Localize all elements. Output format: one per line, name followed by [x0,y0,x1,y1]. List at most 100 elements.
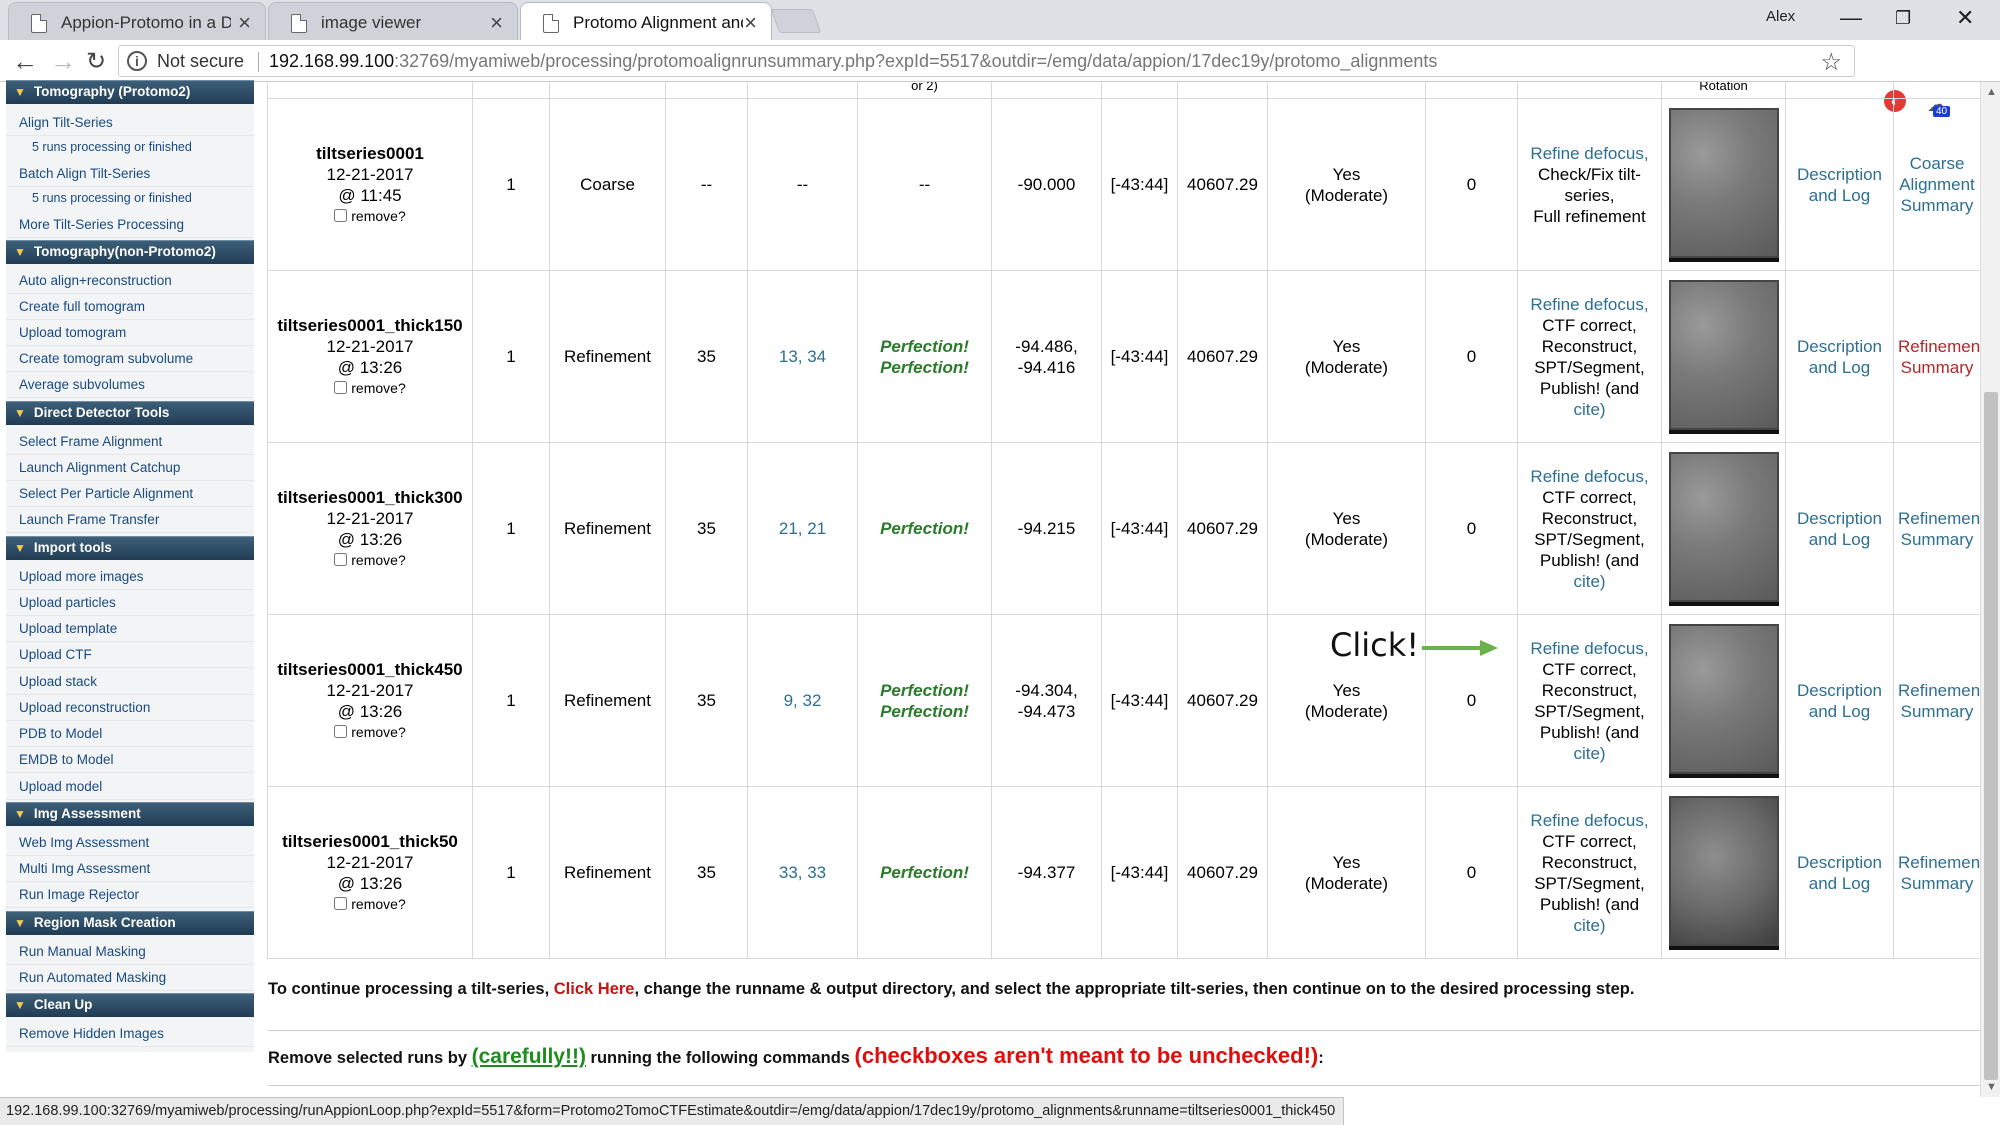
remove-checkbox[interactable] [334,208,348,222]
remove-checkbox[interactable] [334,552,348,566]
summary-link[interactable]: Summary [1898,195,1976,216]
cite-link[interactable]: cite) [1522,399,1657,420]
summary-link[interactable]: Summary [1898,701,1976,722]
best-iterations-link[interactable]: 13, 34 [779,347,826,366]
new-tab-button[interactable] [770,9,822,33]
description-link[interactable]: Description [1790,336,1889,357]
sidebar-section-clean-up[interactable]: ▼ Clean Up [6,993,254,1017]
scroll-down-icon[interactable]: ▼ [1986,1081,1997,1093]
log-link[interactable]: and Log [1790,701,1889,722]
close-window-icon[interactable]: ✕ [1956,5,1974,31]
summary-link[interactable]: Refinement [1898,336,1980,357]
sidebar-item-run-automated-masking[interactable]: Run Automated Masking [6,967,254,991]
description-link[interactable]: Description [1790,508,1889,529]
refine-defocus-link[interactable]: Refine defocus, [1522,143,1657,164]
log-link[interactable]: and Log [1790,529,1889,550]
sidebar-item-upload-template[interactable]: Upload template [6,618,254,642]
sidebar-item-align-tilt-series[interactable]: Align Tilt-Series [6,112,254,136]
close-icon[interactable]: × [238,10,251,36]
remove-checkbox[interactable] [334,724,348,738]
sidebar-section-img-assessment[interactable]: ▼ Img Assessment [6,802,254,826]
sidebar-item-run-manual-masking[interactable]: Run Manual Masking [6,941,254,965]
sidebar-item-auto-align[interactable]: Auto align+reconstruction [6,270,254,294]
cite-link[interactable]: cite) [1522,743,1657,764]
summary-link[interactable]: Refinement [1898,680,1980,701]
refine-defocus-link[interactable]: Refine defocus, [1522,294,1657,315]
sidebar-item-upload-stack[interactable]: Upload stack [6,671,254,695]
log-link[interactable]: and Log [1790,185,1889,206]
tab-image-viewer[interactable]: image viewer × [268,2,518,40]
back-icon[interactable]: ← [12,46,38,77]
description-link[interactable]: Description [1790,680,1889,701]
sidebar-item-launch-alignment-catchup[interactable]: Launch Alignment Catchup [6,457,254,481]
sidebar-item-upload-tomogram[interactable]: Upload tomogram [6,322,254,346]
summary-link[interactable]: Refinement [1898,508,1980,529]
tilt-series-thumbnail[interactable] [1668,795,1779,946]
sidebar-item-upload-more-images[interactable]: Upload more images [6,566,254,590]
sidebar-item-upload-ctf[interactable]: Upload CTF [6,644,254,668]
description-link[interactable]: Description [1790,852,1889,873]
tab-protomo-alignment[interactable]: Protomo Alignment and × [520,2,772,42]
tilt-series-thumbnail[interactable] [1668,107,1779,258]
tilt-series-thumbnail[interactable] [1668,451,1779,602]
remove-checkbox[interactable] [334,896,348,910]
description-link[interactable]: Description [1790,164,1889,185]
click-here-link[interactable]: Click Here [554,980,635,998]
log-link[interactable]: and Log [1790,873,1889,894]
restore-icon[interactable]: ❐ [1895,8,1911,29]
close-icon[interactable]: × [490,10,503,36]
refine-defocus-link[interactable]: Refine defocus, [1522,466,1657,487]
forward-icon[interactable]: → [50,46,76,77]
sidebar-item-remove-hidden-images[interactable]: Remove Hidden Images [6,1023,254,1047]
sidebar-item-upload-model[interactable]: Upload model [6,776,254,800]
sidebar-item-multi-img-assessment[interactable]: Multi Img Assessment [6,858,254,882]
cite-link[interactable]: cite) [1522,915,1657,936]
best-iterations-link[interactable]: 33, 33 [779,863,826,882]
sidebar-item-select-frame-alignment[interactable]: Select Frame Alignment [6,431,254,455]
address-bar[interactable]: i Not secure 192.168.99.100:32769/myamiw… [118,45,1855,77]
remove-checkbox[interactable] [334,380,348,394]
summary-link[interactable]: Refinement [1898,852,1980,873]
tilt-series-thumbnail[interactable] [1668,623,1779,774]
info-icon[interactable]: i [127,51,147,71]
sidebar-section-tomography-non-protomo2[interactable]: ▼ Tomography(non-Protomo2) [6,240,254,264]
minimize-icon[interactable]: — [1840,5,1862,31]
sidebar-item-run-image-rejector[interactable]: Run Image Rejector [6,884,254,908]
tilt-series-thumbnail[interactable] [1668,279,1779,430]
sidebar-item-web-img-assessment[interactable]: Web Img Assessment [6,832,254,856]
sidebar-section-direct-detector[interactable]: ▼ Direct Detector Tools [6,401,254,425]
sidebar-item-emdb-to-model[interactable]: EMDB to Model [6,749,254,773]
best-iterations-link[interactable]: 21, 21 [779,519,826,538]
sidebar-item-launch-frame-transfer[interactable]: Launch Frame Transfer [6,509,254,533]
log-link[interactable]: and Log [1790,357,1889,378]
sidebar-item-create-full-tomogram[interactable]: Create full tomogram [6,296,254,320]
url-text[interactable]: 192.168.99.100:32769/myamiweb/processing… [269,51,1437,72]
sidebar-item-more-tilt-series[interactable]: More Tilt-Series Processing [6,214,254,238]
sidebar-section-import-tools[interactable]: ▼ Import tools [6,536,254,560]
sidebar-item-batch-align[interactable]: Batch Align Tilt-Series [6,163,254,187]
close-icon[interactable]: × [744,10,757,36]
summary-link[interactable]: Alignment [1898,174,1976,195]
scroll-up-icon[interactable]: ▲ [1986,86,1997,98]
sidebar-item-create-subvolume[interactable]: Create tomogram subvolume [6,348,254,372]
sidebar-section-region-mask[interactable]: ▼ Region Mask Creation [6,911,254,935]
cite-link[interactable]: cite) [1522,571,1657,592]
sidebar-item-upload-reconstruction[interactable]: Upload reconstruction [6,697,254,721]
summary-link[interactable]: Summary [1898,357,1976,378]
sidebar-section-tomography-protomo2[interactable]: ▼ Tomography (Protomo2) [6,80,254,104]
sidebar-item-upload-particles[interactable]: Upload particles [6,592,254,616]
scroll-thumb[interactable] [1984,392,1998,1080]
profile-name[interactable]: Alex [1766,8,1795,25]
reload-icon[interactable]: ↻ [86,47,106,76]
sidebar-item-average-subvolumes[interactable]: Average subvolumes [6,374,254,398]
sidebar-item-pdb-to-model[interactable]: PDB to Model [6,723,254,747]
security-label[interactable]: Not secure [157,51,244,72]
refine-defocus-link[interactable]: Refine defocus, [1522,638,1657,659]
summary-link[interactable]: Summary [1898,529,1976,550]
summary-link[interactable]: Coarse [1898,153,1976,174]
refine-defocus-link[interactable]: Refine defocus, [1522,810,1657,831]
sidebar-subitem-batch-runs[interactable]: 5 runs processing or finished [6,188,254,210]
sidebar-subitem-align-runs[interactable]: 5 runs processing or finished [6,137,254,159]
best-iterations-link[interactable]: 9, 32 [784,691,822,710]
tab-appion-protomo[interactable]: Appion-Protomo in a Do × [8,2,266,40]
